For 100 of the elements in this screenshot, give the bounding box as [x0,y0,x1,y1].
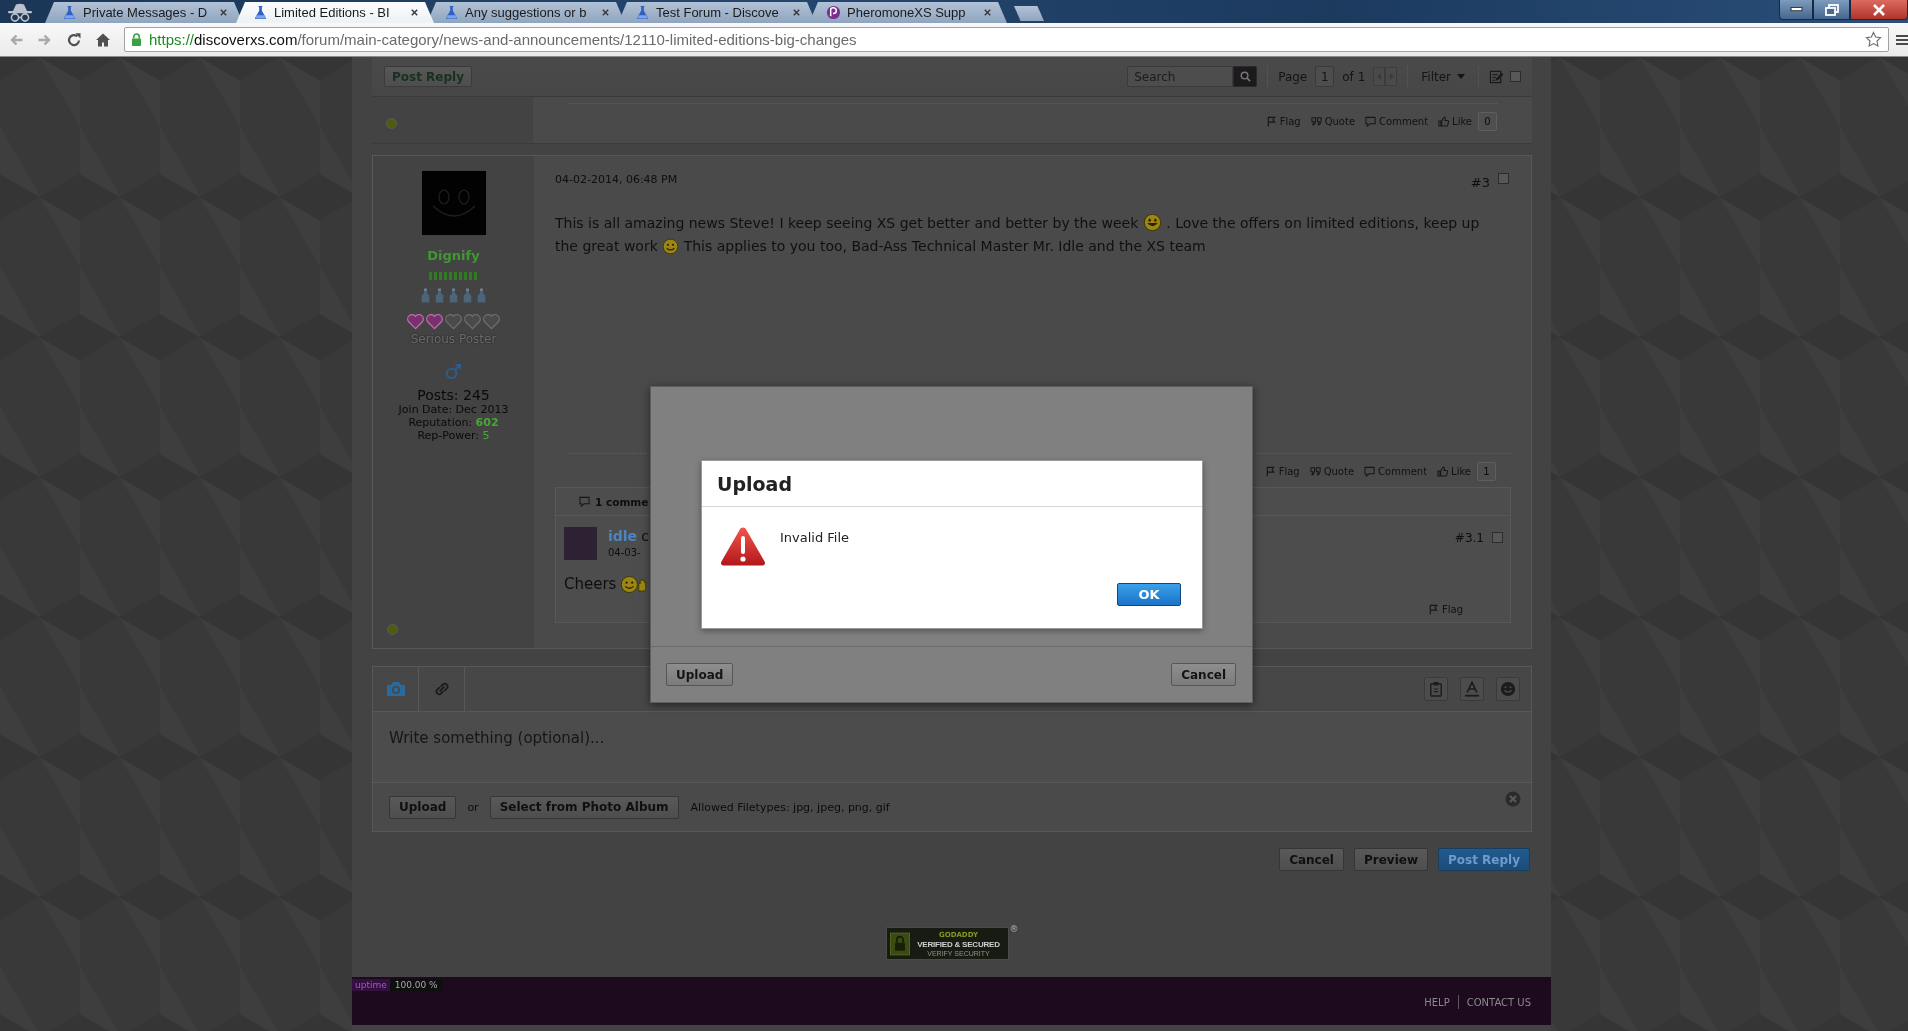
bottle-icon [435,288,444,303]
photo-album-button[interactable]: Select from Photo Album [489,795,679,819]
page-number-field[interactable]: 1 [1315,66,1335,87]
star-icon[interactable] [1865,31,1882,48]
close-icon[interactable] [601,8,610,17]
menu-icon[interactable] [1896,33,1908,46]
post-date: 04-02-2014, 06:48 PM [555,172,678,186]
smiley-icon [1500,681,1516,697]
like-count: 0 [1478,112,1497,131]
close-icon[interactable] [410,8,419,17]
maximize-button[interactable] [1813,0,1850,20]
speech-bubble-icon [579,496,590,507]
dialog-title: Upload [717,472,793,495]
paste-button[interactable] [1424,677,1448,701]
quote-icon [1310,116,1322,127]
avatar-photo-placeholder [564,527,597,560]
post-text: This is all amazing news Steve! I keep seeing XS get better and better by the week [555,215,1139,231]
flag-icon [1264,466,1276,477]
comment-byline-text: c [641,527,649,545]
speech-bubble-icon [1365,116,1377,127]
username-link[interactable]: Dignify [427,248,480,264]
bottle-icon [449,288,458,303]
new-tab-button[interactable] [1014,6,1044,21]
speech-bubble-icon [1364,466,1376,477]
flag-link[interactable]: Flag [1264,466,1300,477]
post-text: . Love the offers on limited editions, keep up [1166,215,1480,231]
url-text: https://discoverxs.com/forum/main-category/news-and-announcements/12110-limited-editions-big-changes [149,31,858,48]
uptime-badge: uptime [352,979,390,991]
smiley-emoji-icon [662,238,680,255]
comment-count-text: 1 comme [595,495,649,508]
or-text: or [467,800,479,814]
flag-icon [1428,604,1439,615]
bottle-icon [463,288,472,303]
flask-icon [444,5,459,20]
checkbox[interactable] [1498,172,1509,184]
quote-icon [1309,466,1321,477]
minimize-button[interactable] [1779,0,1813,20]
browser-tab[interactable]: PheromoneXS Supp [809,2,1007,23]
close-icon[interactable] [983,8,992,17]
search-button[interactable] [1233,66,1258,87]
checkbox[interactable] [1492,532,1503,543]
flag-link[interactable]: Flag [1265,116,1301,127]
cancel-button[interactable]: Cancel [1171,663,1236,686]
home-icon[interactable] [95,31,111,48]
allowed-filetypes-text: Allowed Filetypes: jpg, jpeg, png, gif [690,800,890,814]
post-reply-button[interactable]: Post Reply [384,66,472,87]
upload-button[interactable]: Upload [389,795,457,819]
reputation-bar [428,272,479,280]
post-number-link[interactable]: #3 [1470,174,1490,190]
flask-icon [635,5,650,20]
camera-icon [384,680,407,698]
reload-icon[interactable] [66,31,82,48]
bottle-icon [477,288,486,303]
heart-icon [406,312,425,331]
stat-label: Posts: [417,387,459,403]
footer-link[interactable]: CONTACT US [1466,996,1531,1008]
stat-value: Dec 2013 [455,403,509,416]
comment-number-link[interactable]: #3.1 [1454,531,1484,560]
browser-tab[interactable]: Limited Editions - BI [236,2,434,23]
ok-button[interactable]: OK [1117,583,1181,606]
flag-icon [1265,116,1277,127]
checkbox[interactable] [1510,71,1521,82]
caret-icon [1457,74,1465,79]
form-button[interactable]: Preview [1354,848,1428,871]
avatar-image [420,170,487,236]
zoom-level-text: 100.00 % [389,979,443,991]
username-link[interactable]: idle [608,527,638,545]
post-text: the great work [555,238,658,254]
address-field[interactable]: https://discoverxs.com/forum/main-category/news-and-announcements/12110-limited-editions-big-changes [124,27,1889,52]
close-icon[interactable] [219,8,228,17]
flag-link[interactable]: Flag [1428,604,1463,615]
heart-icon [482,312,501,331]
close-icon [1872,3,1886,16]
quote-link[interactable]: Quote [1310,116,1356,127]
form-button[interactable]: Post Reply [1438,848,1530,871]
stat-value: 602 [475,416,499,429]
stat-value: 5 [482,429,490,442]
close-icon[interactable] [792,8,801,17]
post-text: Cheers [564,574,617,595]
like-link[interactable]: Like [1437,466,1471,477]
minimize-icon [1789,7,1803,12]
text-format-button[interactable] [1460,677,1484,701]
lock-icon [131,33,142,46]
grin-emoji-icon [1142,213,1162,232]
heart-icon [463,312,482,331]
thumbs-up-icon [1438,116,1450,127]
quote-link[interactable]: Quote [1309,466,1355,477]
bottle-icon [421,288,430,303]
like-link[interactable]: Like [1438,116,1472,127]
error-message: Invalid File [780,530,850,547]
footer-link[interactable]: HELP [1424,996,1450,1008]
seal-headline-text: VERIFIED & SECURED [917,939,1000,949]
emoji-button[interactable] [1496,677,1520,701]
search-icon [1239,71,1251,82]
flask-icon [253,5,268,20]
upload-button[interactable]: Upload [666,663,734,686]
registered-mark: ® [1009,924,1019,934]
close-button[interactable] [1850,0,1908,20]
post-text: This applies to you too, Bad-Ass Technical Master Mr. Idle and the XS team [683,238,1206,254]
form-button[interactable]: Cancel [1279,848,1344,871]
